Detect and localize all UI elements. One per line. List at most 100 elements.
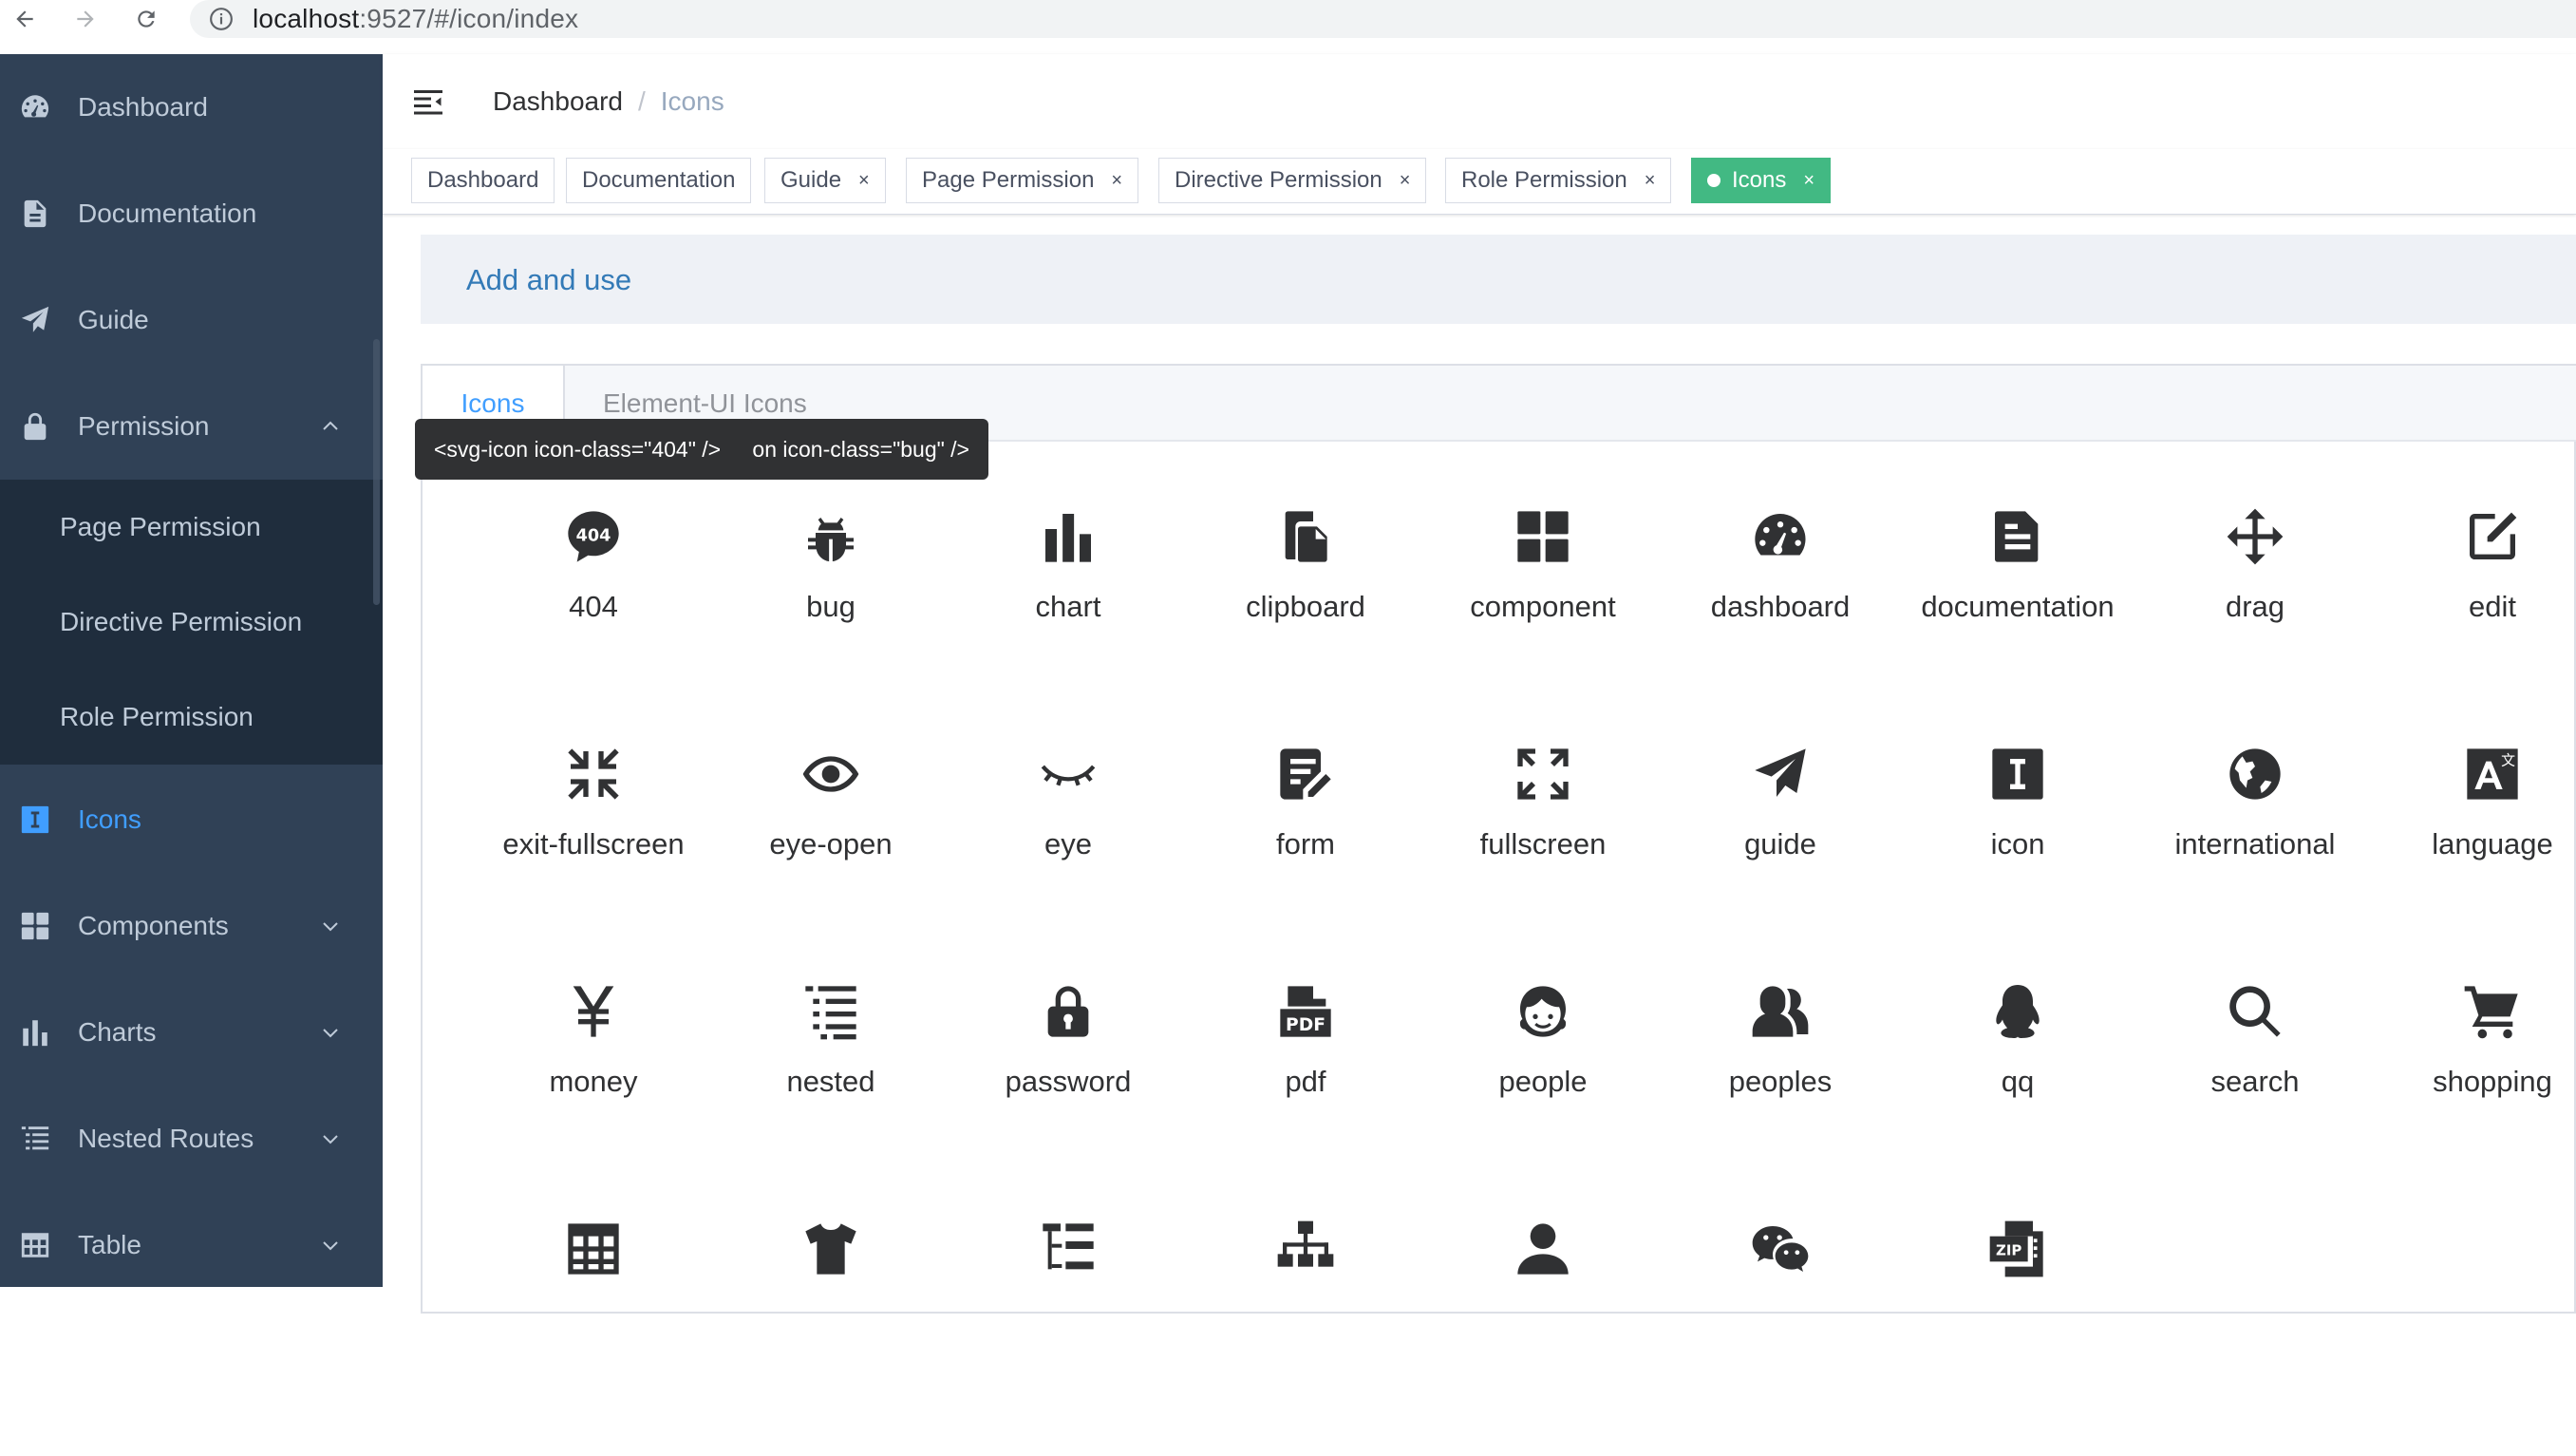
sidebar-scrollbar[interactable] bbox=[373, 339, 380, 605]
icon-item-form[interactable]: form bbox=[1187, 744, 1424, 981]
icon-item-fullscreen[interactable]: fullscreen bbox=[1424, 744, 1662, 981]
icon-name: eye-open bbox=[769, 827, 893, 860]
tooltip-text: <svg-icon icon-class="404" /> bbox=[434, 436, 722, 462]
sidebar-item-icons[interactable]: Icons bbox=[0, 766, 383, 873]
icon-item-bug[interactable]: bug bbox=[712, 506, 950, 744]
icon-item-shopping[interactable]: shopping bbox=[2374, 981, 2576, 1219]
sidebar-item-page-permission[interactable]: Page Permission bbox=[0, 480, 383, 575]
icon-item-pdf[interactable]: PDF pdf bbox=[1187, 981, 1424, 1219]
eye-closed-icon bbox=[1038, 744, 1099, 804]
icon-item-404[interactable]: 404 404 bbox=[475, 506, 712, 744]
icon-item-table[interactable] bbox=[475, 1219, 712, 1456]
tag-guide[interactable]: Guide × bbox=[764, 158, 886, 203]
icon-item-wechat[interactable] bbox=[1662, 1219, 1899, 1456]
sidebar-item-table[interactable]: Table bbox=[0, 1192, 383, 1298]
breadcrumb-dashboard[interactable]: Dashboard bbox=[493, 86, 623, 117]
tag-role-permission[interactable]: Role Permission × bbox=[1445, 158, 1672, 203]
sidebar-item-guide[interactable]: Guide bbox=[0, 267, 383, 373]
hamburger-icon[interactable] bbox=[411, 85, 445, 119]
sidebar: Dashboard Documentation Guide Permission… bbox=[0, 54, 383, 1287]
sidebar-item-label: Documentation bbox=[78, 199, 257, 228]
add-and-use-link[interactable]: Add and use bbox=[466, 263, 631, 297]
icon-item-component[interactable]: component bbox=[1424, 506, 1662, 744]
tag-directive-permission[interactable]: Directive Permission × bbox=[1158, 158, 1427, 203]
icon-item-zip[interactable]: ZIP bbox=[1899, 1219, 2136, 1456]
tag-page-permission[interactable]: Page Permission × bbox=[906, 158, 1139, 203]
close-icon[interactable]: × bbox=[1803, 170, 1814, 192]
tshirt-icon bbox=[800, 1219, 861, 1279]
reload-button[interactable] bbox=[127, 0, 165, 38]
bug-icon bbox=[800, 506, 861, 567]
back-arrow-icon bbox=[16, 10, 33, 28]
icon-item-qq[interactable]: qq bbox=[1899, 981, 2136, 1219]
tag-icons[interactable]: Icons × bbox=[1691, 158, 1832, 203]
icon-item-people[interactable]: people bbox=[1424, 981, 1662, 1219]
sidebar-item-dashboard[interactable]: Dashboard bbox=[0, 54, 383, 161]
breadcrumb-icons: Icons bbox=[660, 86, 724, 116]
icon-item-exit-fullscreen[interactable]: exit-fullscreen bbox=[475, 744, 712, 981]
icon-item-eye[interactable]: eye bbox=[950, 744, 1187, 981]
icon-item-nested[interactable]: nested bbox=[712, 981, 950, 1219]
sidebar-item-charts[interactable]: Charts bbox=[0, 979, 383, 1086]
clipboard-icon bbox=[1275, 506, 1336, 567]
icon-item-international[interactable]: international bbox=[2136, 744, 2374, 981]
icon-item-drag[interactable]: drag bbox=[2136, 506, 2374, 744]
table-icon bbox=[19, 1229, 51, 1261]
back-button[interactable] bbox=[6, 0, 44, 38]
icon-item-dashboard[interactable]: dashboard bbox=[1662, 506, 1899, 744]
chevron-down-icon bbox=[323, 922, 338, 932]
svg-text:ZIP: ZIP bbox=[1996, 1242, 2021, 1259]
wechat-icon bbox=[1750, 1219, 1811, 1279]
tag-documentation[interactable]: Documentation bbox=[566, 158, 752, 203]
close-icon[interactable]: × bbox=[1111, 170, 1122, 192]
icon-item-edit[interactable]: edit bbox=[2374, 506, 2576, 744]
user-icon bbox=[1513, 1219, 1573, 1279]
pdf-icon: PDF bbox=[1275, 981, 1336, 1042]
fullscreen-icon bbox=[1513, 744, 1573, 804]
close-icon[interactable]: × bbox=[1400, 170, 1411, 192]
icon-name: form bbox=[1276, 827, 1335, 860]
icon-item-clipboard[interactable]: clipboard bbox=[1187, 506, 1424, 744]
sidebar-item-label: Icons bbox=[78, 804, 141, 834]
tree-table-icon bbox=[1038, 1219, 1099, 1279]
dashboard-icon bbox=[19, 91, 51, 123]
address-bar[interactable]: localhost:9527/#/icon/index bbox=[190, 0, 2576, 38]
sidebar-item-nested-routes[interactable]: Nested Routes bbox=[0, 1086, 383, 1192]
icon-item-tshirt[interactable] bbox=[712, 1219, 950, 1456]
icon-item-language[interactable]: 文 language bbox=[2374, 744, 2576, 981]
sidebar-item-directive-permission[interactable]: Directive Permission bbox=[0, 575, 383, 670]
tag-dashboard[interactable]: Dashboard bbox=[411, 158, 555, 203]
info-icon[interactable] bbox=[209, 7, 234, 31]
close-icon[interactable]: × bbox=[858, 170, 870, 192]
forward-arrow-icon bbox=[77, 10, 94, 28]
forward-button[interactable] bbox=[66, 0, 104, 38]
icon-item-tree-table[interactable] bbox=[950, 1219, 1187, 1456]
icon-name: qq bbox=[2001, 1065, 2035, 1098]
icon-item-guide[interactable]: guide bbox=[1662, 744, 1899, 981]
icon-item-search[interactable]: search bbox=[2136, 981, 2374, 1219]
chevron-down-icon bbox=[323, 1135, 338, 1144]
icon-icon bbox=[19, 804, 51, 836]
sidebar-item-documentation[interactable]: Documentation bbox=[0, 161, 383, 267]
breadcrumb: Dashboard / Icons bbox=[493, 86, 724, 117]
icon-item-documentation[interactable]: documentation bbox=[1899, 506, 2136, 744]
sidebar-item-components[interactable]: Components bbox=[0, 873, 383, 979]
chevron-up-icon bbox=[323, 421, 338, 430]
nested-icon bbox=[19, 1123, 51, 1155]
drag-icon bbox=[2225, 506, 2285, 567]
icon-item-eye-open[interactable]: eye-open bbox=[712, 744, 950, 981]
icon-item-icon[interactable]: icon bbox=[1899, 744, 2136, 981]
icon-item-password[interactable]: password bbox=[950, 981, 1187, 1219]
form-icon bbox=[1275, 744, 1336, 804]
peoples-icon bbox=[1750, 981, 1811, 1042]
sidebar-item-permission[interactable]: Permission bbox=[0, 373, 383, 480]
icon-item-chart[interactable]: chart bbox=[950, 506, 1187, 744]
icon-item-tree[interactable] bbox=[1187, 1219, 1424, 1456]
icon-name: search bbox=[2210, 1065, 2300, 1098]
icon-item-peoples[interactable]: peoples bbox=[1662, 981, 1899, 1219]
icon-item-user[interactable] bbox=[1424, 1219, 1662, 1456]
icon-item-money[interactable]: money bbox=[475, 981, 712, 1219]
close-icon[interactable]: × bbox=[1645, 170, 1656, 192]
sidebar-item-role-permission[interactable]: Role Permission bbox=[0, 670, 383, 765]
component-icon bbox=[19, 910, 51, 942]
